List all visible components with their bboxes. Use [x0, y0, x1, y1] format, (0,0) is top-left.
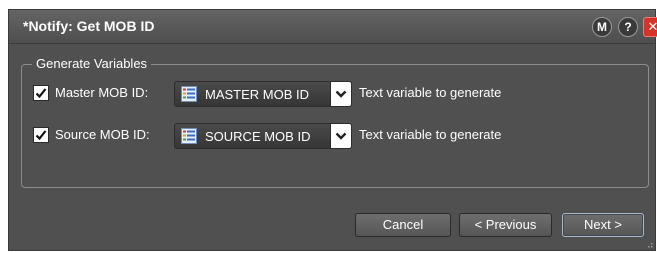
close-button[interactable]: ✕ — [643, 17, 657, 37]
next-button[interactable]: Next > — [562, 213, 644, 237]
master-mob-id-dropdown-button[interactable] — [330, 82, 351, 106]
master-mob-id-row: Master MOB ID: MASTER MOB ID Text variab… — [22, 81, 642, 107]
help-button[interactable]: ? — [618, 17, 638, 37]
title-bar[interactable]: *Notify: Get MOB ID M ? ✕ — [9, 10, 657, 44]
checkmark-icon — [35, 88, 47, 99]
source-mob-id-row: Source MOB ID: SOURCE MOB ID Text variab… — [22, 123, 642, 149]
group-legend: Generate Variables — [32, 55, 152, 73]
generate-variables-group: Generate Variables Master MOB ID: MASTER… — [21, 55, 649, 188]
chevron-down-icon — [335, 90, 347, 98]
chevron-down-icon — [335, 132, 347, 140]
source-mob-id-hint: Text variable to generate — [359, 127, 502, 142]
checkmark-icon — [35, 130, 47, 141]
master-mob-id-checkbox[interactable] — [33, 85, 49, 101]
master-mob-id-hint: Text variable to generate — [359, 85, 502, 100]
master-mob-id-label: Master MOB ID: — [55, 85, 149, 100]
m-button[interactable]: M — [592, 17, 612, 37]
dialog-title: *Notify: Get MOB ID — [23, 18, 155, 34]
text-variable-icon — [181, 86, 197, 102]
master-mob-id-select-value: MASTER MOB ID — [205, 87, 310, 102]
master-mob-id-select[interactable]: MASTER MOB ID — [174, 81, 352, 107]
source-mob-id-dropdown-button[interactable] — [330, 124, 351, 148]
text-variable-icon — [181, 128, 197, 144]
notify-dialog: *Notify: Get MOB ID M ? ✕ Generate Varia… — [8, 9, 657, 251]
source-mob-id-select-value: SOURCE MOB ID — [205, 129, 311, 144]
cancel-button[interactable]: Cancel — [355, 213, 451, 237]
source-mob-id-select[interactable]: SOURCE MOB ID — [174, 123, 352, 149]
source-mob-id-checkbox[interactable] — [33, 127, 49, 143]
resize-grip-icon[interactable] — [645, 240, 653, 248]
source-mob-id-label: Source MOB ID: — [55, 127, 150, 142]
previous-button[interactable]: < Previous — [459, 213, 552, 237]
